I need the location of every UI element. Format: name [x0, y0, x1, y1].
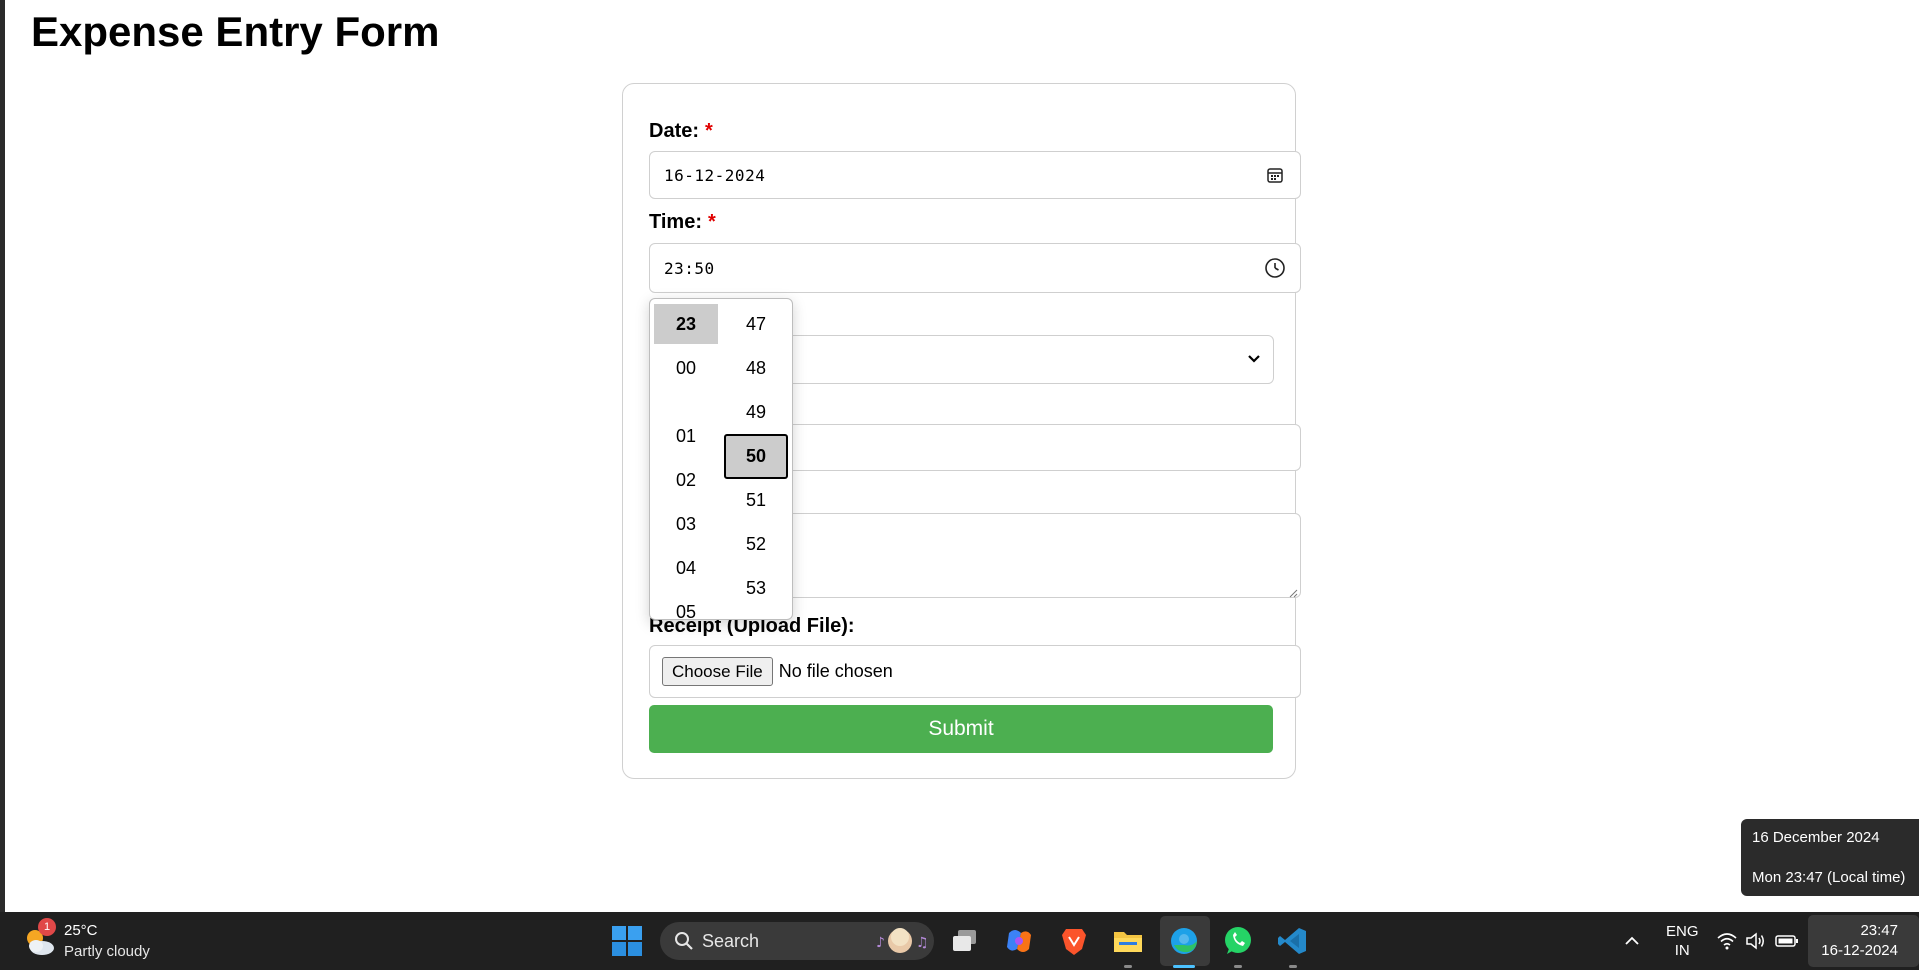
receipt-file-input[interactable]: Choose File No file chosen	[649, 645, 1301, 698]
minute-option[interactable]: 48	[724, 348, 788, 388]
minute-option[interactable]: 47	[724, 304, 788, 344]
wifi-icon[interactable]	[1716, 931, 1738, 951]
battery-icon[interactable]	[1775, 933, 1799, 949]
whatsapp-icon[interactable]	[1222, 925, 1254, 957]
svg-text:♫: ♫	[916, 935, 928, 951]
whatsapp-running-indicator	[1234, 965, 1242, 968]
language-indicator[interactable]: ENG IN	[1666, 922, 1699, 960]
explorer-running-indicator	[1124, 965, 1132, 968]
file-status-text: No file chosen	[778, 661, 893, 681]
date-value: 16-12-2024	[664, 165, 766, 185]
submit-button[interactable]: Submit	[649, 705, 1273, 753]
minute-option[interactable]: 49	[724, 392, 788, 432]
minute-option[interactable]: 52	[724, 524, 788, 564]
edge-active-indicator	[1173, 965, 1195, 968]
window-left-edge	[0, 0, 5, 912]
weather-badge: 1	[38, 918, 56, 936]
time-picker-popup: 23 00 01 02 03 04 05 47 48 49 50 51 52 5…	[649, 298, 793, 620]
clock-icon[interactable]	[1264, 257, 1286, 279]
weather-temp[interactable]: 25°C	[64, 922, 98, 939]
resize-grip-icon[interactable]	[1288, 585, 1298, 598]
taskbar-clock[interactable]: 23:47 16-12-2024	[1806, 921, 1898, 961]
language-line2: IN	[1674, 942, 1690, 959]
chevron-down-icon	[1247, 351, 1261, 369]
hour-option[interactable]: 05	[654, 592, 718, 620]
hour-option[interactable]: 03	[654, 504, 718, 544]
time-required-mark: *	[707, 211, 716, 233]
clock-time: 23:47	[1860, 922, 1898, 939]
time-label: Time: *	[649, 211, 716, 234]
edge-icon[interactable]	[1168, 925, 1200, 957]
volume-icon[interactable]	[1745, 931, 1767, 951]
copilot-icon[interactable]	[1003, 925, 1035, 957]
date-label: Date: *	[649, 120, 713, 143]
hour-option[interactable]: 01	[654, 416, 718, 456]
taskbar-search[interactable]: Search ♪ ♫	[660, 922, 934, 960]
minute-option[interactable]: 53	[724, 568, 788, 608]
svg-text:♪: ♪	[876, 935, 885, 951]
search-label: Search	[702, 930, 760, 951]
choose-file-button[interactable]: Choose File	[662, 657, 773, 686]
page-title: Expense Entry Form	[31, 8, 440, 55]
date-required-mark: *	[705, 120, 713, 142]
date-input[interactable]: 16-12-2024	[649, 151, 1301, 199]
taskbar: 1 25°C Partly cloudy Search ♪ ♫ ENG IN 2…	[0, 912, 1919, 970]
date-label-text: Date:	[649, 120, 700, 142]
chevron-up-icon[interactable]	[1623, 932, 1641, 950]
tooltip-time: Mon 23:47 (Local time)	[1752, 869, 1906, 886]
time-value: 23:50	[664, 258, 715, 278]
weather-condition[interactable]: Partly cloudy	[64, 943, 150, 960]
file-explorer-icon[interactable]	[1112, 925, 1144, 957]
search-highlight-icon: ♪ ♫	[872, 925, 929, 957]
hour-column[interactable]: 23 00 01 02 03 04 05	[650, 299, 720, 619]
minute-option[interactable]: 51	[724, 480, 788, 520]
time-label-text: Time:	[649, 211, 702, 233]
clock-tooltip: 16 December 2024 Mon 23:47 (Local time)	[1741, 819, 1919, 896]
time-input[interactable]: 23:50	[649, 243, 1301, 293]
minute-option-selected[interactable]: 50	[724, 434, 788, 479]
hour-option[interactable]: 23	[654, 304, 718, 344]
hour-option[interactable]: 00	[654, 348, 718, 388]
calendar-icon[interactable]	[1264, 164, 1286, 186]
hour-option[interactable]: 02	[654, 460, 718, 500]
minute-column[interactable]: 47 48 49 50 51 52 53	[720, 299, 790, 619]
vscode-icon[interactable]	[1277, 925, 1309, 957]
language-line1: ENG	[1666, 923, 1699, 940]
hour-option[interactable]: 04	[654, 548, 718, 588]
tooltip-date: 16 December 2024	[1752, 829, 1880, 846]
clock-date: 16-12-2024	[1821, 942, 1898, 959]
brave-icon[interactable]	[1058, 925, 1090, 957]
search-icon	[674, 931, 694, 951]
windows-start-icon[interactable]	[611, 925, 643, 957]
task-view-icon[interactable]	[949, 925, 981, 957]
vscode-running-indicator	[1289, 965, 1297, 968]
